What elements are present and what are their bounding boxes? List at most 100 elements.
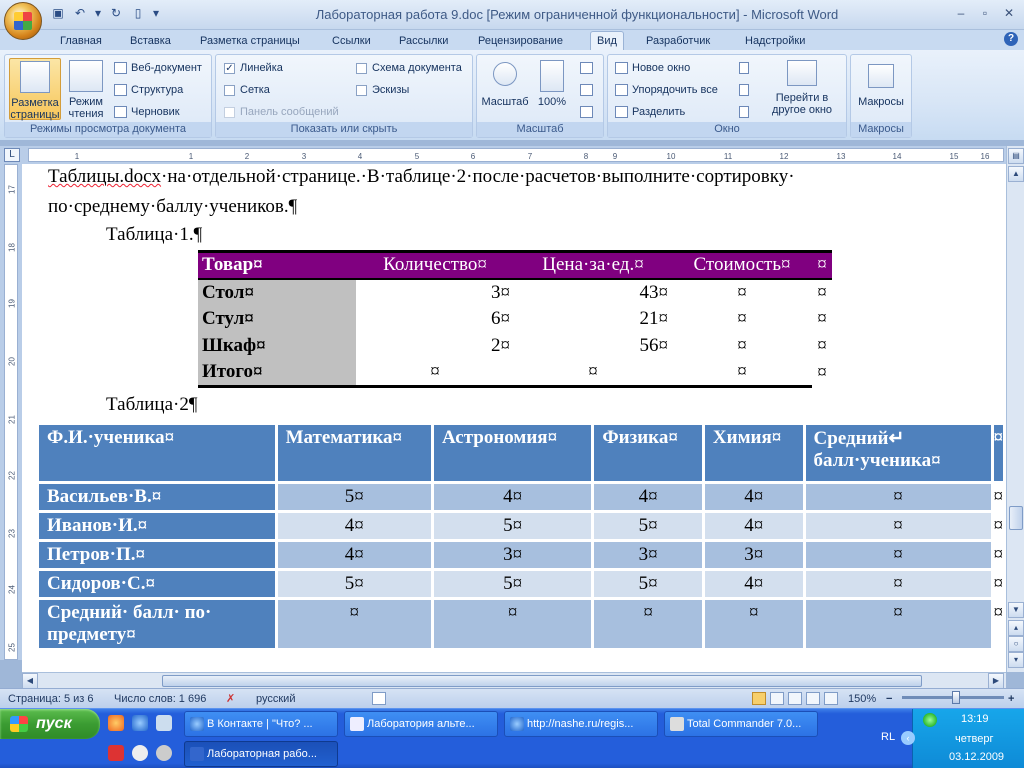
- start-button[interactable]: пуск: [0, 709, 100, 739]
- tab-view[interactable]: Вид: [590, 31, 624, 50]
- quicklaunch-icon[interactable]: [108, 745, 124, 761]
- taskbar-button-nashe[interactable]: http://nashe.ru/regis...: [504, 711, 658, 737]
- ruler-toggle-icon[interactable]: ▤: [1008, 148, 1024, 164]
- table-cell[interactable]: ¤: [805, 513, 991, 539]
- table-cell[interactable]: ¤: [672, 306, 812, 333]
- draft-button[interactable]: Черновик: [111, 103, 180, 121]
- table-header-cell[interactable]: Физика¤: [594, 425, 702, 481]
- table-cell[interactable]: 4¤: [434, 484, 592, 510]
- table-cell[interactable]: 4¤: [594, 484, 702, 510]
- ie-icon[interactable]: [132, 715, 148, 731]
- zoom-level[interactable]: 150%: [848, 690, 876, 708]
- table-cell[interactable]: Иванов·И.¤: [39, 513, 275, 539]
- table-cell[interactable]: ¤: [704, 600, 803, 648]
- table-cell[interactable]: 5¤: [277, 571, 432, 597]
- reset-window-button[interactable]: [736, 103, 750, 121]
- tab-page-layout[interactable]: Разметка страницы: [194, 32, 306, 50]
- zoom-out-button[interactable]: −: [886, 690, 892, 708]
- vertical-scrollbar[interactable]: ▤ ▲ ▼ ▴ ○ ▾: [1006, 146, 1024, 672]
- opera-icon[interactable]: [108, 715, 124, 731]
- outline-view-icon[interactable]: [806, 692, 820, 705]
- ruler-checkbox[interactable]: ✓ Линейка: [222, 59, 283, 77]
- vertical-ruler[interactable]: 17 18 19 20 21 22 23 24 25: [0, 164, 22, 660]
- tab-mailings[interactable]: Рассылки: [393, 32, 454, 50]
- tab-insert[interactable]: Вставка: [124, 32, 177, 50]
- office-button[interactable]: [4, 2, 42, 40]
- table-header-cell[interactable]: Средний↵ балл·ученика¤: [805, 425, 991, 481]
- macros-button[interactable]: Макросы: [855, 58, 907, 120]
- minimize-button[interactable]: –: [950, 4, 972, 22]
- arrange-all-button[interactable]: Упорядочить все: [612, 81, 718, 99]
- language-bar[interactable]: RL: [881, 731, 895, 743]
- scroll-thumb[interactable]: [162, 675, 922, 687]
- table-cell[interactable]: ¤: [277, 600, 432, 648]
- table-header-cell[interactable]: Химия¤: [704, 425, 803, 481]
- message-bar-checkbox[interactable]: Панель сообщений: [222, 103, 339, 121]
- taskbar-button-word[interactable]: Лабораторная рабо...: [184, 741, 338, 767]
- word-count[interactable]: Число слов: 1 696: [114, 690, 206, 708]
- table-header-cell[interactable]: Количество¤: [356, 250, 514, 280]
- previous-page-icon[interactable]: ▴: [1008, 620, 1024, 636]
- outline-button[interactable]: Структура: [111, 81, 183, 99]
- restore-button[interactable]: ▫: [974, 4, 996, 22]
- table-cell[interactable]: Васильев·В.¤: [39, 484, 275, 510]
- table-cell[interactable]: Стул¤: [198, 305, 356, 333]
- scroll-left-icon[interactable]: ◀: [22, 673, 38, 689]
- media-icon[interactable]: [156, 745, 172, 761]
- show-desktop-icon[interactable]: [156, 715, 172, 731]
- table-cell[interactable]: 5¤: [434, 571, 592, 597]
- table-cell[interactable]: 5¤: [594, 513, 702, 539]
- next-page-icon[interactable]: ▾: [1008, 652, 1024, 668]
- table-cell[interactable]: Средний· балл· по· предмету¤: [39, 600, 275, 648]
- table-cell[interactable]: ¤: [805, 484, 991, 510]
- table-header-cell[interactable]: Товар¤: [198, 250, 356, 280]
- scroll-right-icon[interactable]: ▶: [988, 673, 1004, 689]
- table-cell[interactable]: 5¤: [277, 484, 432, 510]
- web-view-icon[interactable]: [788, 692, 802, 705]
- table-cell[interactable]: Итого¤: [198, 359, 356, 388]
- scroll-thumb[interactable]: [1009, 506, 1023, 530]
- reading-view-icon[interactable]: [770, 692, 784, 705]
- icq-icon[interactable]: [923, 713, 937, 727]
- help-icon[interactable]: ?: [1004, 32, 1018, 46]
- table-cell[interactable]: 3¤: [434, 542, 592, 568]
- new-window-button[interactable]: Новое окно: [612, 59, 690, 77]
- table-1[interactable]: Товар¤ Количество¤ Цена·за·ед.¤ Стоимост…: [198, 250, 832, 388]
- tab-addins[interactable]: Надстройки: [739, 32, 811, 50]
- table-cell[interactable]: 4¤: [277, 513, 432, 539]
- clock-time[interactable]: 13:19: [961, 713, 989, 725]
- undo-dropdown-icon[interactable]: ▾: [94, 5, 102, 21]
- table-cell[interactable]: 4¤: [704, 484, 803, 510]
- table-cell[interactable]: ¤: [672, 333, 812, 360]
- sync-scroll-button[interactable]: [736, 81, 750, 99]
- table-2[interactable]: Ф.И.·ученика¤ Математика¤ Астрономия¤ Фи…: [36, 422, 1006, 651]
- table-cell[interactable]: ¤: [805, 542, 991, 568]
- taskbar-button-laboratory[interactable]: Лаборатория альте...: [344, 711, 498, 737]
- document-page[interactable]: Таблицы.docx·на·отдельной·странице.·В·та…: [22, 164, 1006, 672]
- tab-selector[interactable]: L: [4, 148, 20, 162]
- zoom-100-button[interactable]: 100%: [531, 58, 573, 120]
- table-cell[interactable]: 5¤: [594, 571, 702, 597]
- print-layout-view-icon[interactable]: [752, 692, 766, 705]
- table-cell[interactable]: ¤: [434, 600, 592, 648]
- table-cell[interactable]: ¤: [805, 571, 991, 597]
- table-cell[interactable]: ¤: [805, 600, 991, 648]
- print-layout-button[interactable]: Разметка страницы: [9, 58, 61, 121]
- macro-record-icon[interactable]: [372, 692, 386, 705]
- page-width-button[interactable]: [577, 103, 593, 121]
- table-cell[interactable]: 4¤: [277, 542, 432, 568]
- redo-icon[interactable]: ↻: [108, 5, 124, 21]
- close-button[interactable]: ✕: [998, 4, 1020, 22]
- tab-home[interactable]: Главная: [54, 32, 108, 50]
- split-button[interactable]: Разделить: [612, 103, 685, 121]
- table-header-cell[interactable]: Цена·за·ед.¤: [514, 250, 672, 280]
- table-header-cell[interactable]: Ф.И.·ученика¤: [39, 425, 275, 481]
- table-cell[interactable]: 3¤: [704, 542, 803, 568]
- table-header-cell[interactable]: Стоимость¤: [672, 250, 812, 280]
- table-cell[interactable]: 4¤: [704, 513, 803, 539]
- switch-windows-button[interactable]: Перейти в другое окно: [760, 58, 844, 120]
- table-cell[interactable]: 5¤: [434, 513, 592, 539]
- save-icon[interactable]: ▣: [50, 5, 66, 21]
- browse-object-icon[interactable]: ○: [1008, 636, 1024, 652]
- table-cell[interactable]: Петров·П.¤: [39, 542, 275, 568]
